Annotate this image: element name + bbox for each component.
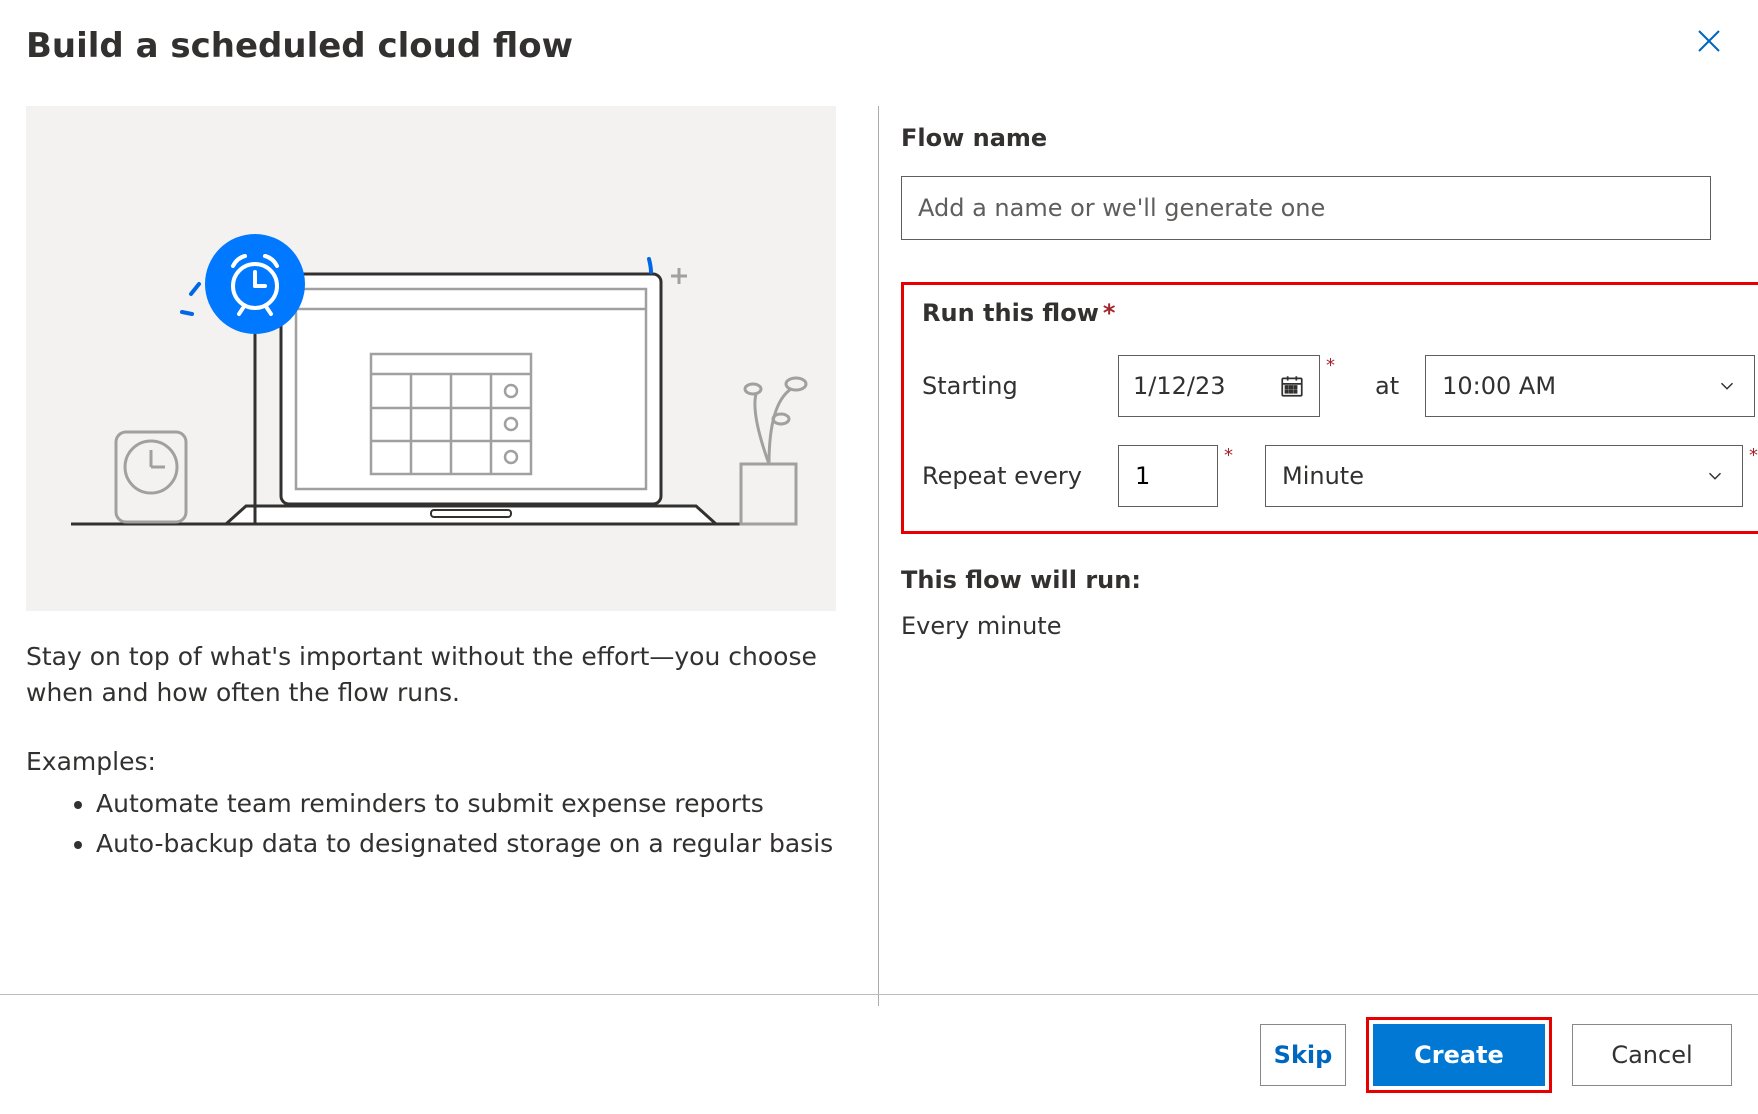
starting-time-value: 10:00 AM bbox=[1442, 372, 1556, 400]
description-text: Stay on top of what's important without … bbox=[26, 639, 836, 712]
flow-will-run-label: This flow will run: bbox=[901, 566, 1758, 594]
chevron-down-icon bbox=[1716, 375, 1738, 397]
example-item: Automate team reminders to submit expens… bbox=[96, 786, 836, 822]
repeat-unit-value: Minute bbox=[1282, 462, 1364, 490]
required-asterisk: * bbox=[1103, 299, 1116, 327]
create-button[interactable]: Create bbox=[1373, 1024, 1545, 1086]
starting-time-select[interactable]: 10:00 AM bbox=[1425, 355, 1755, 417]
required-asterisk: * bbox=[1326, 355, 1335, 376]
repeat-unit-select[interactable]: Minute bbox=[1265, 445, 1743, 507]
starting-label: Starting bbox=[922, 372, 1118, 400]
at-label: at bbox=[1375, 372, 1399, 400]
example-item: Auto-backup data to designated storage o… bbox=[96, 826, 836, 862]
required-asterisk: * bbox=[1224, 445, 1233, 466]
calendar-icon bbox=[1279, 373, 1305, 399]
repeat-every-label: Repeat every bbox=[922, 462, 1118, 490]
close-icon bbox=[1694, 26, 1724, 56]
required-asterisk: * bbox=[1749, 445, 1758, 466]
illustration-svg bbox=[51, 164, 811, 554]
close-button[interactable] bbox=[1686, 26, 1732, 62]
flow-name-input[interactable] bbox=[901, 176, 1711, 240]
flow-will-run-text: Every minute bbox=[901, 612, 1758, 640]
starting-date-input[interactable]: 1/12/23 bbox=[1118, 355, 1320, 417]
cancel-button[interactable]: Cancel bbox=[1572, 1024, 1732, 1086]
chevron-down-icon bbox=[1704, 465, 1726, 487]
run-this-flow-label: Run this flow bbox=[922, 299, 1099, 327]
skip-button[interactable]: Skip bbox=[1260, 1024, 1346, 1086]
starting-date-value: 1/12/23 bbox=[1133, 372, 1226, 400]
dialog-title: Build a scheduled cloud flow bbox=[26, 26, 573, 66]
flow-name-label: Flow name bbox=[901, 124, 1758, 152]
illustration bbox=[26, 106, 836, 611]
create-button-highlight: Create bbox=[1366, 1017, 1552, 1093]
run-this-flow-section: Run this flow* Starting 1/12/23 bbox=[901, 282, 1758, 534]
repeat-count-input[interactable] bbox=[1118, 445, 1218, 507]
examples-label: Examples: bbox=[26, 744, 836, 780]
